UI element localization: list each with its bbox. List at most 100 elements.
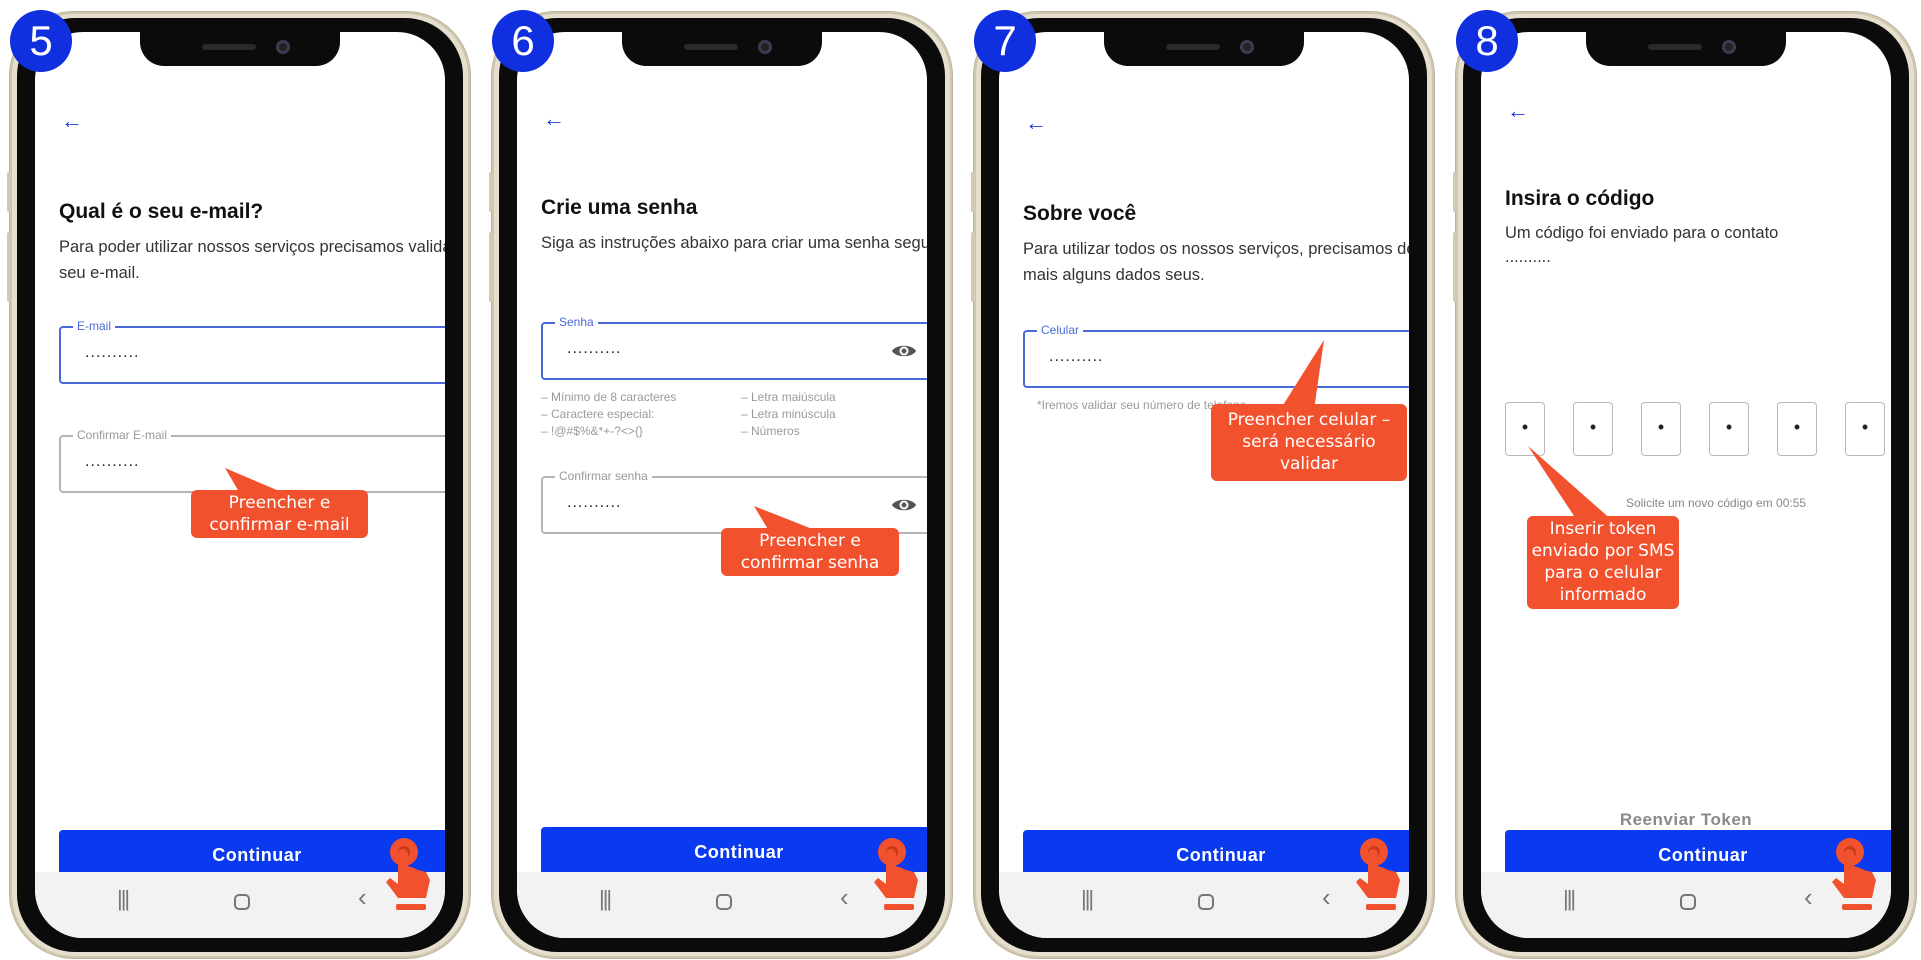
password-field[interactable]: Senha .......... bbox=[541, 315, 927, 380]
phone-screen: ← Crie uma senha Siga as instruções abai… bbox=[517, 32, 927, 938]
field-label: Celular bbox=[1037, 323, 1084, 337]
phone-bezel: ← Crie uma senha Siga as instruções abai… bbox=[499, 18, 945, 952]
page-title: Insira o código bbox=[1505, 187, 1655, 210]
rule-item: – Letra maiúscula bbox=[741, 390, 836, 404]
field-value: .......... bbox=[1049, 348, 1104, 365]
step-badge: 6 bbox=[492, 10, 554, 72]
tap-hand-icon bbox=[1356, 838, 1400, 910]
page-description: Para poder utilizar nossos serviços prec… bbox=[59, 238, 445, 282]
phone-frame: ← Sobre você Para utilizar todos os noss… bbox=[971, 12, 1434, 958]
callout-label: Preencher e confirmar e-mail bbox=[191, 490, 368, 538]
menu-icon[interactable]: ||| bbox=[599, 886, 612, 912]
panel-step-5: ← Qual é o seu e-mail? Para poder utiliz… bbox=[0, 0, 480, 960]
side-button bbox=[7, 232, 11, 302]
phone-number-field[interactable]: Celular .......... bbox=[1023, 323, 1409, 388]
phone-screen: ← Sobre você Para utilizar todos os noss… bbox=[999, 32, 1409, 938]
speaker bbox=[684, 44, 738, 50]
home-icon[interactable] bbox=[1680, 894, 1696, 910]
back-chevron-icon[interactable]: ‹ bbox=[1804, 882, 1813, 913]
side-button bbox=[1453, 232, 1457, 302]
phone-frame: ← Insira o código Um código foi enviado … bbox=[1453, 12, 1916, 958]
camera-icon bbox=[1240, 40, 1254, 54]
back-arrow-icon[interactable]: ← bbox=[61, 110, 83, 132]
phone-bezel: ← Sobre você Para utilizar todos os noss… bbox=[981, 18, 1427, 952]
camera-icon bbox=[758, 40, 772, 54]
otp-digit-box[interactable]: • bbox=[1641, 402, 1681, 456]
rule-item: – Letra minúscula bbox=[741, 407, 836, 421]
step-badge: 7 bbox=[974, 10, 1036, 72]
contact-value: .......... bbox=[1505, 248, 1551, 266]
side-button bbox=[1453, 172, 1457, 212]
back-chevron-icon[interactable]: ‹ bbox=[358, 882, 367, 913]
side-button bbox=[971, 172, 975, 212]
page-description: Para utilizar todos os nossos serviços, … bbox=[1023, 240, 1409, 284]
side-button bbox=[971, 232, 975, 302]
callout-label: Preencher celular – será necessário vali… bbox=[1211, 404, 1407, 481]
field-label: Confirmar senha bbox=[555, 469, 652, 483]
field-value: .......... bbox=[85, 453, 140, 470]
rule-item: – Mínimo de 8 caracteres bbox=[541, 390, 677, 404]
side-button bbox=[489, 172, 493, 212]
field-label: E-mail bbox=[73, 319, 116, 333]
rule-item: – Caractere especial: bbox=[541, 407, 655, 421]
field-label: Confirmar E-mail bbox=[73, 428, 172, 442]
callout-pointer bbox=[1280, 340, 1324, 410]
rule-item: – !@#$%&*+-?<>{} bbox=[541, 424, 643, 438]
eye-icon[interactable] bbox=[891, 342, 917, 360]
back-chevron-icon[interactable]: ‹ bbox=[840, 882, 849, 913]
step-badge: 5 bbox=[10, 10, 72, 72]
side-button bbox=[7, 172, 11, 212]
back-chevron-icon[interactable]: ‹ bbox=[1322, 882, 1331, 913]
tap-hand-icon bbox=[874, 838, 918, 910]
step-badge: 8 bbox=[1456, 10, 1518, 72]
back-arrow-icon[interactable]: ← bbox=[1507, 100, 1529, 122]
notch bbox=[1104, 32, 1304, 66]
menu-icon[interactable]: ||| bbox=[1563, 886, 1576, 912]
callout-pointer bbox=[1528, 446, 1614, 522]
speaker bbox=[1166, 44, 1220, 50]
resend-token-link[interactable]: Reenviar Token bbox=[1481, 810, 1891, 830]
panel-step-6: ← Crie uma senha Siga as instruções abai… bbox=[482, 0, 962, 960]
notch bbox=[622, 32, 822, 66]
otp-digit-box[interactable]: • bbox=[1777, 402, 1817, 456]
confirm-password-field[interactable]: Confirmar senha .......... bbox=[541, 469, 927, 534]
android-nav-bar: ||| ‹ bbox=[517, 872, 927, 938]
android-nav-bar: ||| ‹ bbox=[999, 872, 1409, 938]
phone-frame: ← Crie uma senha Siga as instruções abai… bbox=[489, 12, 952, 958]
camera-icon bbox=[1722, 40, 1736, 54]
rule-item: – Números bbox=[741, 424, 800, 438]
menu-icon[interactable]: ||| bbox=[117, 886, 130, 912]
home-icon[interactable] bbox=[716, 894, 732, 910]
panel-step-8: ← Insira o código Um código foi enviado … bbox=[1446, 0, 1921, 960]
tap-hand-icon bbox=[386, 838, 430, 910]
field-value: .......... bbox=[567, 340, 622, 357]
page-title: Crie uma senha bbox=[541, 196, 698, 219]
notch bbox=[140, 32, 340, 66]
callout-label: Preencher e confirmar senha bbox=[721, 528, 899, 576]
field-label: Senha bbox=[555, 315, 598, 329]
otp-digit-box[interactable]: • bbox=[1845, 402, 1885, 456]
tap-hand-icon bbox=[1832, 838, 1876, 910]
back-arrow-icon[interactable]: ← bbox=[1025, 112, 1047, 134]
speaker bbox=[1648, 44, 1702, 50]
otp-digit-box[interactable]: • bbox=[1709, 402, 1749, 456]
eye-icon[interactable] bbox=[891, 496, 917, 514]
panel-step-7: ← Sobre você Para utilizar todos os noss… bbox=[964, 0, 1444, 960]
notch bbox=[1586, 32, 1786, 66]
callout-label: Inserir token enviado por SMS para o cel… bbox=[1527, 516, 1679, 609]
menu-icon[interactable]: ||| bbox=[1081, 886, 1094, 912]
camera-icon bbox=[276, 40, 290, 54]
field-value: .......... bbox=[85, 344, 140, 361]
page-description: Um código foi enviado para o contato bbox=[1505, 224, 1779, 242]
speaker bbox=[202, 44, 256, 50]
home-icon[interactable] bbox=[234, 894, 250, 910]
page-title: Qual é o seu e-mail? bbox=[59, 200, 264, 223]
home-icon[interactable] bbox=[1198, 894, 1214, 910]
page-title: Sobre você bbox=[1023, 202, 1137, 225]
page-description: Siga as instruções abaixo para criar uma… bbox=[541, 234, 927, 252]
field-value: .......... bbox=[567, 494, 622, 511]
password-rules: – Mínimo de 8 caracteres – Letra maiúscu… bbox=[541, 390, 927, 438]
back-arrow-icon[interactable]: ← bbox=[543, 108, 565, 130]
email-field[interactable]: E-mail .......... bbox=[59, 319, 445, 384]
side-button bbox=[489, 232, 493, 302]
